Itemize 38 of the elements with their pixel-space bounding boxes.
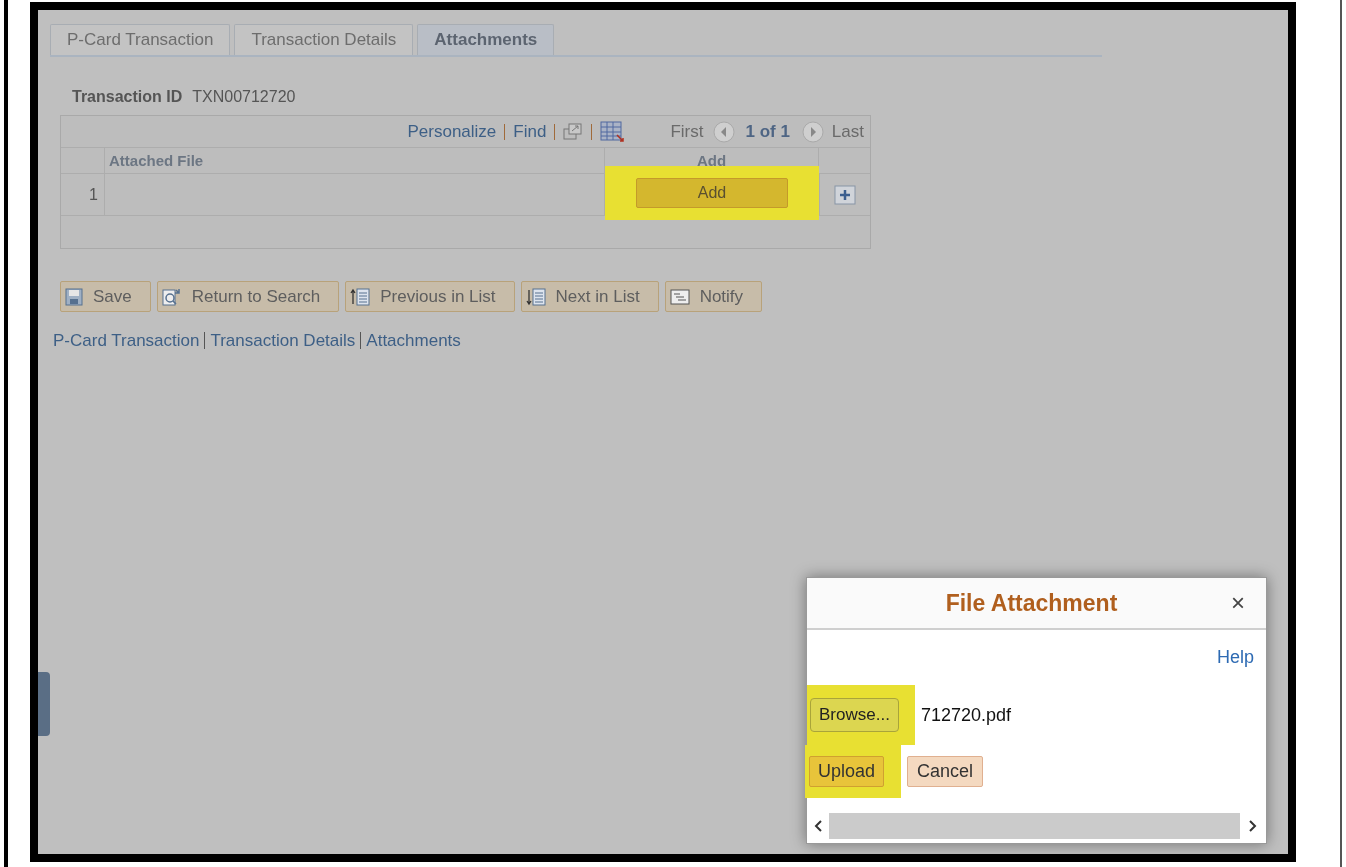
page-link[interactable]: Attachments [366, 328, 461, 354]
page-count: 1 of 1 [745, 120, 790, 143]
page-link[interactable]: P-Card Transaction [53, 328, 200, 354]
last-label: Last [831, 120, 864, 143]
browse-button[interactable]: Browse... [810, 698, 899, 732]
cancel-button[interactable]: Cancel [907, 756, 984, 787]
toolbar-button[interactable]: Next in List [520, 281, 659, 312]
new-window-icon[interactable] [563, 122, 584, 141]
toolbar-button[interactable]: Previous in List [345, 281, 515, 312]
row-number: 1 [61, 174, 105, 215]
toolbar-button[interactable]: Notify [664, 281, 763, 312]
message-icon [669, 288, 690, 305]
first-label: First [670, 120, 704, 143]
chevron-left-icon[interactable] [813, 819, 823, 833]
file-name: 712720.pdf [921, 703, 1012, 727]
close-button[interactable]: × [1220, 585, 1256, 621]
magnifier-icon [161, 287, 182, 306]
tab[interactable]: Transaction Details [234, 24, 414, 55]
page-link[interactable]: Transaction Details [210, 328, 356, 354]
toolbar-button[interactable]: Return to Search [156, 281, 340, 312]
arrow-down-list-icon [525, 287, 546, 306]
dialog-title: File Attachment [944, 588, 1119, 618]
spreadsheet-icon[interactable] [600, 120, 625, 143]
toolbar-button[interactable]: Save [60, 281, 151, 312]
tab[interactable]: P-Card Transaction [50, 24, 231, 55]
field-value: TXN00712720 [192, 87, 296, 107]
arrow-up-list-icon [350, 287, 371, 306]
help-link[interactable]: Help [1216, 644, 1254, 671]
find-link[interactable]: Find [513, 118, 547, 145]
plus-icon[interactable] [834, 184, 856, 205]
next-circle-icon[interactable] [801, 120, 824, 143]
add-button[interactable]: Add [636, 178, 788, 208]
personalize-link[interactable]: Personalize [407, 118, 497, 145]
previous-circle-icon[interactable] [713, 120, 736, 143]
chevron-right-icon[interactable] [1248, 819, 1258, 833]
field-label: Transaction ID [72, 87, 183, 107]
tab[interactable]: Attachments [417, 24, 555, 55]
upload-button[interactable]: Upload [809, 756, 885, 787]
